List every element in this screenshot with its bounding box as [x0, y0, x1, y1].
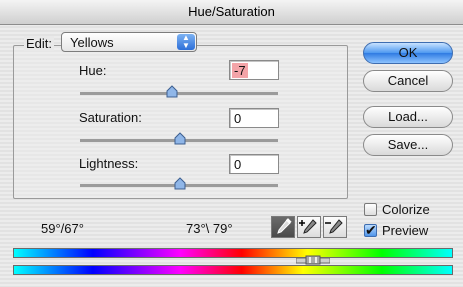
edit-selected-value: Yellows: [70, 35, 114, 50]
lightness-label: Lightness:: [79, 156, 139, 171]
saturation-label: Saturation:: [79, 110, 142, 125]
hue-value: -7: [232, 63, 248, 78]
eyedropper-plus-tool[interactable]: [297, 216, 321, 238]
output-hue-bar: [13, 265, 453, 275]
saturation-value: 0: [234, 111, 242, 126]
ok-button[interactable]: OK: [363, 42, 453, 64]
edit-select[interactable]: Yellows ▲ ▼: [61, 32, 197, 52]
window-title: Hue/Saturation: [0, 0, 463, 25]
input-hue-bar: [13, 248, 453, 258]
range-readout-right: 73°\ 79°: [186, 221, 233, 236]
hue-label: Hue:: [79, 63, 107, 78]
edit-group-box: [13, 45, 348, 199]
lightness-slider-thumb[interactable]: [173, 177, 187, 191]
eyedropper-tool[interactable]: [271, 216, 295, 238]
preview-checkbox[interactable]: [364, 222, 377, 239]
lightness-input[interactable]: 0: [229, 154, 279, 174]
lightness-value: 0: [234, 157, 242, 172]
eyedropper-minus-icon: [325, 219, 343, 234]
hue-slider-track[interactable]: [80, 92, 278, 96]
colorize-checkbox[interactable]: [364, 203, 377, 216]
load-button[interactable]: Load...: [363, 106, 453, 128]
saturation-input[interactable]: 0: [229, 108, 279, 128]
cancel-button[interactable]: Cancel: [363, 70, 453, 92]
hue-input[interactable]: -7: [229, 60, 279, 80]
hue-slider-thumb[interactable]: [165, 85, 179, 99]
colorize-label: Colorize: [382, 202, 430, 217]
eyedropper-plus-icon: [299, 219, 317, 234]
preview-label: Preview: [382, 223, 429, 238]
hue-range-slider[interactable]: [296, 255, 330, 265]
saturation-slider-thumb[interactable]: [173, 132, 187, 146]
save-button[interactable]: Save...: [363, 134, 453, 156]
edit-label: Edit:: [24, 36, 55, 51]
eyedropper-minus-tool[interactable]: [323, 216, 347, 238]
eyedropper-icon: [277, 218, 292, 234]
select-arrows-icon: ▲ ▼: [177, 34, 195, 50]
range-readout-left: 59°/67°: [41, 221, 84, 236]
